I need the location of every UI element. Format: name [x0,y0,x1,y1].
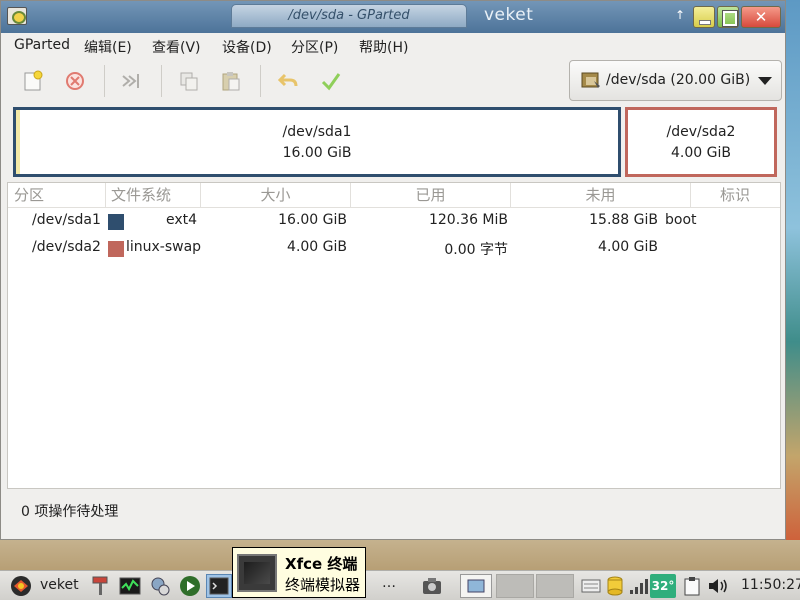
column-header-used[interactable]: 已用 [351,183,511,207]
paint-roller-icon[interactable] [90,574,112,598]
table-row[interactable]: /dev/sda1 ext4 16.00 GiB 120.36 MiB 15.8… [8,209,780,235]
disk-drive-icon [580,70,600,90]
gparted-window: /dev/sda - GParted veket ↑ ✕ GParted 编辑(… [0,0,786,540]
partition-block-name: /dev/sda1 [282,124,352,140]
more-launchers[interactable]: … [382,575,396,591]
new-partition-icon[interactable] [17,65,49,97]
clipboard-icon[interactable] [682,574,702,598]
title-bar[interactable]: /dev/sda - GParted veket ↑ ✕ [1,1,785,33]
workspace-2[interactable] [496,574,534,598]
paste-icon[interactable] [215,65,247,97]
undo-icon[interactable] [272,65,304,97]
veket-menu-icon[interactable] [8,574,34,598]
cell-unused: 4.00 GiB [598,239,658,255]
cell-size: 16.00 GiB [278,212,347,228]
cell-filesystem: linux-swap [126,239,202,255]
screenshot-icon[interactable] [420,574,444,598]
workspace-1[interactable] [460,574,492,598]
cell-unused: 15.88 GiB [589,212,658,228]
partition-block-sda2[interactable]: /dev/sda2 4.00 GiB [625,107,777,177]
partition-block-name: /dev/sda2 [666,124,736,140]
window-title: /dev/sda - GParted [231,4,467,28]
column-header-partition[interactable]: 分区 [14,183,106,207]
close-button[interactable]: ✕ [741,6,781,28]
minimize-button[interactable] [693,6,715,28]
network-signal-icon[interactable] [628,574,650,598]
cell-partition: /dev/sda1 [32,212,101,228]
menu-help[interactable]: 帮助(H) [359,37,408,57]
column-header-size[interactable]: 大小 [201,183,351,207]
tooltip-title: Xfce 终端 [285,555,358,573]
cell-size: 4.00 GiB [287,239,347,255]
apply-icon[interactable] [315,65,347,97]
cell-used: 120.36 MiB [428,212,508,228]
partition-table: 分区 文件系统 大小 已用 未用 标识 /dev/sda1 ext4 16.00… [7,182,781,489]
partition-map: /dev/sda1 16.00 GiB /dev/sda2 4.00 GiB [11,107,779,179]
gparted-app-icon[interactable] [7,7,27,25]
desktop-background-right [786,0,800,570]
cell-used: 0.00 字节 [444,242,508,258]
filesystem-color-swatch [108,241,124,257]
clock[interactable]: 11:50:27 [741,577,800,593]
filesystem-color-swatch [108,214,124,230]
maximize-button[interactable] [717,6,739,28]
chevron-down-icon [758,77,772,85]
table-header: 分区 文件系统 大小 已用 未用 标识 [8,183,780,208]
host-name: veket [484,5,534,25]
resize-move-icon[interactable] [115,65,147,97]
shade-arrow-icon[interactable]: ↑ [673,6,687,24]
menu-bar: GParted 编辑(E) 查看(V) 设备(D) 分区(P) 帮助(H) [1,33,785,59]
workspace-3[interactable] [536,574,574,598]
database-icon[interactable] [604,574,626,598]
pending-operations-text: 0 项操作待处理 [21,504,119,520]
column-header-unused[interactable]: 未用 [511,183,691,207]
menu-gparted[interactable]: GParted [14,37,70,53]
launcher-tooltip: Xfce 终端 终端模拟器 [232,547,366,598]
device-selector[interactable]: /dev/sda (20.00 GiB) [569,60,782,101]
volume-icon[interactable] [706,574,732,598]
menu-edit[interactable]: 编辑(E) [84,37,132,57]
menu-device[interactable]: 设备(D) [222,37,272,57]
column-header-filesystem[interactable]: 文件系统 [111,183,201,207]
status-bar: 0 项操作待处理 [7,491,781,531]
partition-block-size: 4.00 GiB [671,145,731,161]
keyboard-icon[interactable] [580,574,602,598]
start-menu-label[interactable]: veket [40,577,79,593]
terminal-icon [237,554,277,592]
copy-icon[interactable] [173,65,205,97]
cell-filesystem: ext4 [166,212,198,228]
terminal-launcher-icon[interactable] [206,574,232,598]
partition-block-sda1[interactable]: /dev/sda1 16.00 GiB [13,107,621,177]
cell-partition: /dev/sda2 [32,239,101,255]
menu-partition[interactable]: 分区(P) [291,37,338,57]
tooltip-subtitle: 终端模拟器 [285,576,361,594]
partition-block-size: 16.00 GiB [282,145,352,161]
column-header-flags[interactable]: 标识 [691,183,779,207]
taskbar: veket … 32° 11:50:27 [0,570,800,600]
system-monitor-icon[interactable] [118,574,142,598]
media-play-icon[interactable] [178,574,202,598]
table-row[interactable]: /dev/sda2 linux-swap 4.00 GiB 0.00 字节 4.… [8,236,780,262]
delete-partition-icon[interactable] [59,65,91,97]
temperature-indicator[interactable]: 32° [650,574,676,598]
menu-view[interactable]: 查看(V) [152,37,201,57]
device-label: /dev/sda (20.00 GiB) [606,72,751,88]
cell-flags: boot [665,212,697,228]
desktop-background-bottom [0,540,800,570]
settings-tools-icon[interactable] [148,574,172,598]
